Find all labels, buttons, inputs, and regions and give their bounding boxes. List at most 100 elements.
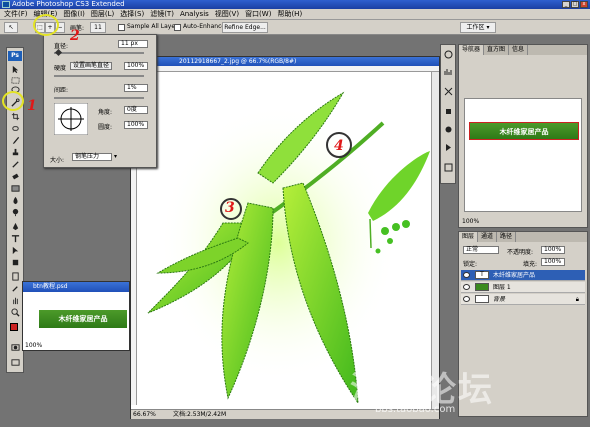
foreground-color-swatch[interactable] [10,323,18,331]
tool-preset-button[interactable]: ↖ [4,22,18,33]
lock-icon: 🔒︎ [575,296,579,303]
hand-tool-icon[interactable] [10,296,21,305]
navigator-zoom[interactable]: 100% [462,218,479,225]
histogram-icon[interactable] [444,67,453,76]
brush-size-value: 11 [94,24,102,31]
path-selection-icon[interactable] [10,246,21,255]
document-title-bar[interactable]: 20112918667_2.jpg @ 66.7%(RGB/8#) [131,57,439,66]
move-tool-icon[interactable] [10,65,21,74]
document-info[interactable]: 文档:2.53M/2.42M [173,410,226,419]
menu-help[interactable]: 帮助(H) [277,9,302,19]
brush-angle-preview-icon[interactable] [54,103,88,135]
eye-icon[interactable] [463,272,470,278]
clone-stamp-icon[interactable] [10,148,21,157]
menu-filter[interactable]: 滤镜(T) [150,9,174,19]
eye-icon[interactable] [463,296,470,302]
layer-row[interactable]: 背景 🔒︎ [461,294,585,305]
tab-paths[interactable]: 路径 [497,232,517,242]
actions-icon[interactable] [444,143,453,152]
eye-icon[interactable] [463,284,470,290]
navigator-preview[interactable]: 木纤维家居产品 [464,98,582,212]
roundness-label: 圆度: [98,124,113,131]
spacing-slider[interactable] [54,97,144,99]
bamboo-leaf-image[interactable] [138,73,430,408]
diameter-label: 直径: [54,43,69,50]
eyedropper-tool-icon[interactable] [10,284,21,293]
gradient-tool-icon[interactable] [10,184,21,193]
navigator-banner: 木纤维家居产品 [469,122,579,140]
tab-histogram[interactable]: 直方图 [484,45,510,55]
angle-field[interactable]: 0度 [124,106,148,114]
opacity-label: 不透明度: [507,249,534,256]
sample-all-layers-label: Sample All Layers [127,23,181,30]
tab-channels[interactable]: 通道 [478,232,498,242]
history-brush-icon[interactable] [10,160,21,169]
diameter-field[interactable]: 11 px [118,40,148,48]
layer-thumb [475,295,489,303]
menu-image[interactable]: 图像(I) [63,9,85,19]
maximize-button[interactable]: □ [571,1,579,8]
auto-enhance-checkbox[interactable] [174,24,181,31]
crop-tool-icon[interactable] [10,112,21,121]
refine-edge-button[interactable]: Refine Edge... [222,22,268,33]
menu-window[interactable]: 窗口(W) [245,9,271,19]
tab-info[interactable]: 信息 [509,45,529,55]
layer-row[interactable]: 图层 1 [461,282,585,293]
zoom-tool-icon[interactable] [10,308,21,317]
vertical-scrollbar[interactable] [431,72,439,409]
quick-mask-icon[interactable] [10,343,21,352]
brushes-icon[interactable] [444,107,453,116]
opacity-field[interactable]: 100% [541,246,565,254]
zoom-level[interactable]: 66.67% [133,410,156,419]
blend-mode-select[interactable]: 正常 [463,246,499,254]
menu-view[interactable]: 视图(V) [215,9,239,19]
app-title: Adobe Photoshop CS3 Extended [12,0,125,8]
window-controls: _ □ x [562,1,588,8]
pen-tool-icon[interactable] [10,222,21,231]
eraser-tool-icon[interactable] [10,172,21,181]
notes-tool-icon[interactable] [10,272,21,281]
navigator-icon[interactable] [444,50,453,59]
size-label: 大小: [50,157,65,164]
dropdown-arrow-icon[interactable]: ▾ [114,153,117,160]
fill-field[interactable]: 100% [541,258,565,266]
tab-navigator[interactable]: 导航器 [459,45,485,55]
hardness-slider[interactable] [54,75,144,77]
workspace-button[interactable]: 工作区 ▾ [460,22,496,33]
layer-name: 背景 [493,296,506,303]
healing-brush-icon[interactable] [10,124,21,133]
watermark-url: bbs.taobao.com [375,404,456,415]
small-doc-title[interactable]: btn教程.psd [23,282,129,292]
dodge-tool-icon[interactable] [10,208,21,217]
shape-tool-icon[interactable] [10,258,21,267]
minimize-button[interactable]: _ [562,1,570,8]
sample-all-layers-checkbox[interactable] [118,24,125,31]
annotation-number-3: 3 [225,200,235,216]
hardness-field[interactable]: 100% [124,62,148,70]
tab-layers[interactable]: 图层 [459,232,479,242]
blur-tool-icon[interactable] [10,196,21,205]
layer-comps-icon[interactable] [444,163,453,172]
brush-picker[interactable]: 11 [90,22,106,33]
diameter-slider[interactable] [54,52,144,54]
brush-tool-icon[interactable] [10,136,21,145]
marquee-tool-icon[interactable] [10,76,21,85]
menu-file[interactable]: 文件(F) [4,9,28,19]
type-tool-icon[interactable] [10,234,21,243]
screen-mode-icon[interactable] [10,358,21,367]
menu-bar: 文件(F) 编辑(E) 图像(I) 图层(L) 选择(S) 滤镜(T) Anal… [0,9,590,20]
menu-layer[interactable]: 图层(L) [91,9,114,19]
tools-icon[interactable] [444,87,453,96]
angle-label: 角度: [98,109,113,116]
menu-select[interactable]: 选择(S) [120,9,144,19]
layer-row[interactable]: T 木纤维家居产品 [461,270,585,281]
size-dropdown[interactable]: 钢笔压力 [72,153,112,161]
diameter-slider-knob[interactable] [54,48,63,57]
small-doc-zoom[interactable]: 100% [25,342,42,349]
menu-analysis[interactable]: Analysis [180,10,209,18]
clone-source-icon[interactable] [444,125,453,134]
spacing-field[interactable]: 1% [124,84,148,92]
close-button[interactable]: x [580,1,588,8]
roundness-field[interactable]: 100% [124,121,148,129]
fill-label: 填充: [523,261,538,268]
